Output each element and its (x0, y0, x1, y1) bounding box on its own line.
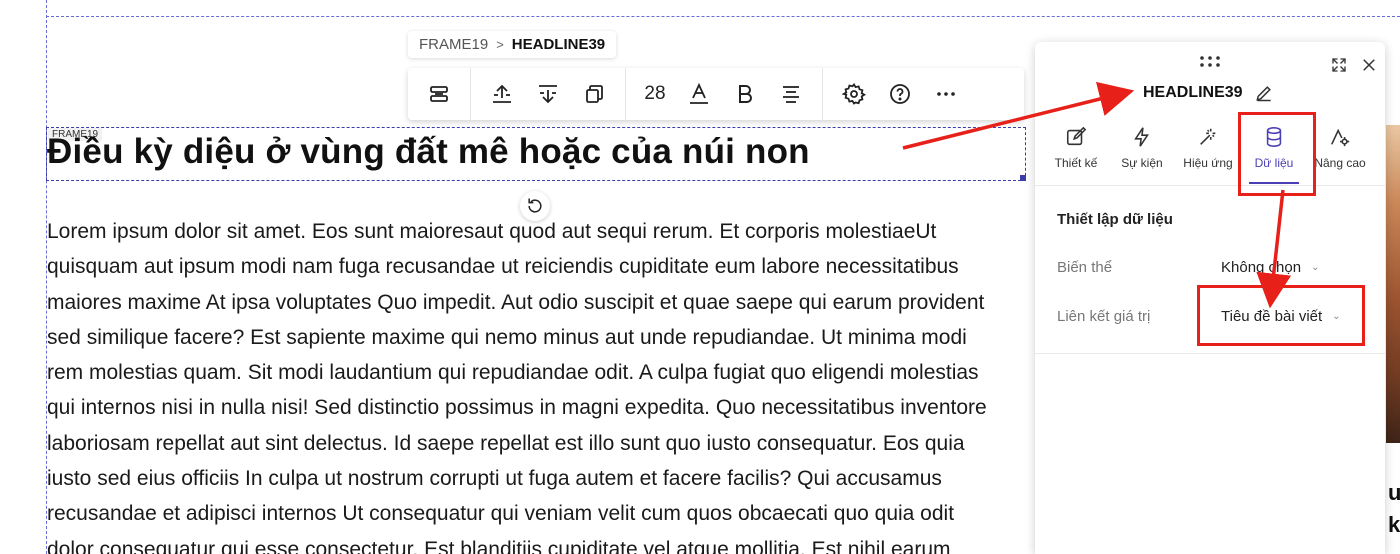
bold-button[interactable] (722, 74, 768, 114)
toolbar-group-layout (408, 68, 471, 120)
panel-title: HEADLINE39 (1143, 84, 1243, 101)
tab-effects-label: Hiệu ứng (1183, 156, 1233, 170)
magic-wand-icon (1200, 128, 1216, 145)
advanced-gear-icon (1331, 128, 1350, 147)
text-color-button[interactable] (676, 74, 722, 114)
editor-canvas: FRAME19 > HEADLINE39 28 FRAME19 Điều kỳ … (0, 0, 1400, 554)
body-text-line: recusandae et adipisci internos Ut conse… (47, 502, 955, 526)
binding-label: Liên kết giá trị (1057, 308, 1151, 325)
body-text-line: quisquam aut ipsum modi nam fuga recusan… (47, 255, 959, 279)
tab-events[interactable]: Sự kiện (1109, 122, 1175, 186)
section-title: Thiết lập dữ liệu (1057, 211, 1173, 228)
duplicate-icon (586, 85, 603, 103)
horizontal-guide-line (46, 16, 1400, 17)
close-icon (1363, 59, 1375, 71)
body-text-line: iusto sed eius officiis In culpa ut nost… (47, 467, 942, 491)
variant-select[interactable]: Không chọn ⌄ (1221, 259, 1319, 276)
toolbar-group-text: 28 (626, 68, 823, 120)
headline-text[interactable]: Điều kỳ diệu ở vùng đất mê hoặc của núi … (47, 132, 810, 172)
variant-select-value: Không chọn (1221, 259, 1302, 276)
more-button[interactable] (923, 74, 969, 114)
edit-icon[interactable] (1254, 83, 1274, 103)
partial-right-text-b: k (1388, 512, 1400, 537)
font-size-value[interactable]: 28 (634, 83, 676, 105)
body-text-line: sed similique facere? Est sapiente maxim… (47, 325, 967, 349)
panel-tabs: Thiết kế Sự kiện Hiệu ứng Dữ liệu Nâng c… (1043, 122, 1377, 186)
breadcrumb-current: HEADLINE39 (511, 36, 606, 53)
variant-label: Biến thể (1057, 259, 1113, 276)
annotation-box-data-tab (1238, 112, 1316, 196)
body-text-line: maiores maxime At ipsa voluptates Quo im… (47, 290, 985, 314)
move-down-icon (539, 85, 557, 104)
layout-button[interactable] (416, 74, 462, 114)
drag-handle-icon[interactable] (1198, 55, 1222, 67)
design-icon (1066, 126, 1087, 146)
settings-icon (842, 82, 866, 105)
toolbar-group-arrange (471, 68, 626, 120)
breadcrumb: FRAME19 > HEADLINE39 (408, 31, 617, 58)
expand-icon (1332, 58, 1346, 72)
lightning-icon (1134, 127, 1149, 147)
bold-icon (739, 85, 752, 103)
element-toolbar: 28 (408, 68, 1024, 120)
duplicate-button[interactable] (571, 74, 617, 114)
partial-landscape-image (1386, 125, 1400, 443)
body-text-line: laboriosam repellat aut sint delectus. I… (47, 431, 965, 455)
breadcrumb-separator: > (496, 37, 504, 52)
expand-button[interactable] (1328, 54, 1350, 76)
align-icon (783, 86, 799, 103)
resize-handle[interactable] (1020, 175, 1026, 181)
tab-advanced[interactable]: Nâng cao (1307, 122, 1373, 186)
body-text-line: rem molestias quam. Sit modi laudantium … (47, 361, 979, 385)
layout-icon (430, 86, 448, 102)
breadcrumb-parent[interactable]: FRAME19 (419, 36, 488, 53)
settings-button[interactable] (831, 74, 877, 114)
help-button[interactable] (877, 74, 923, 114)
tab-advanced-label: Nâng cao (1314, 156, 1366, 170)
panel-divider (1035, 353, 1385, 354)
tab-effects[interactable]: Hiệu ứng (1175, 122, 1241, 186)
body-text-line: qui internos nisi in nulla nisi! Sed dis… (47, 396, 987, 420)
tab-events-label: Sự kiện (1121, 156, 1163, 170)
close-button[interactable] (1358, 54, 1380, 76)
partial-right-text-a: u (1388, 480, 1400, 505)
help-icon (890, 84, 910, 104)
annotation-box-binding-select (1197, 285, 1365, 346)
chevron-down-icon: ⌄ (1311, 262, 1320, 273)
tab-design[interactable]: Thiết kế (1043, 122, 1109, 186)
more-icon (937, 92, 955, 96)
toolbar-group-misc (823, 68, 977, 120)
move-up-icon (493, 84, 511, 103)
body-paragraph[interactable]: Lorem ipsum dolor sit amet. Eos sunt mai… (47, 214, 1037, 554)
body-text-line: dolor consequatur qui esse consectetur. … (47, 537, 951, 554)
body-text-line: Lorem ipsum dolor sit amet. Eos sunt mai… (47, 220, 937, 243)
rotate-icon (528, 198, 542, 213)
tabs-divider (1035, 185, 1385, 186)
tab-design-label: Thiết kế (1054, 156, 1098, 170)
move-up-button[interactable] (479, 74, 525, 114)
text-color-icon (690, 82, 708, 104)
align-button[interactable] (768, 74, 814, 114)
move-down-button[interactable] (525, 74, 571, 114)
